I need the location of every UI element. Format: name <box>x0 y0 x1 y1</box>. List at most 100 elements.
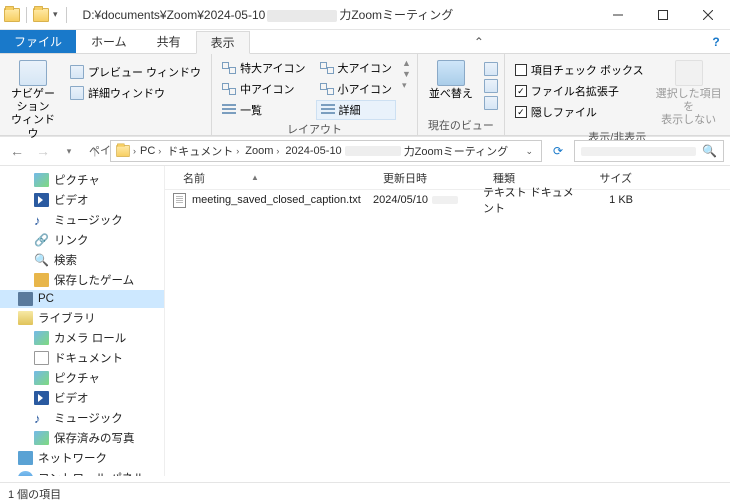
tree-videos2[interactable]: ビデオ <box>0 388 164 408</box>
navigation-pane-icon <box>19 60 47 86</box>
details-pane-button[interactable]: 詳細ウィンドウ <box>66 83 205 103</box>
md-icons-icon <box>222 83 236 95</box>
link-icon: 🔗 <box>34 233 49 247</box>
item-checkboxes-toggle[interactable]: 項目チェック ボックス <box>511 60 648 80</box>
tab-share[interactable]: 共有 <box>142 30 196 53</box>
file-row[interactable]: meeting_saved_closed_caption.txt 2024/05… <box>165 190 730 210</box>
saved-pictures-icon <box>34 431 49 445</box>
ribbon: ナビゲーション ウィンドウ プレビュー ウィンドウ 詳細ウィンドウ ペイン 特大… <box>0 54 730 136</box>
search-icon: 🔍 <box>702 144 717 158</box>
xl-icons-icon <box>222 62 236 74</box>
crumb-documents[interactable]: ドキュメント› <box>165 143 241 159</box>
crumb-pc[interactable]: PC› <box>138 145 163 157</box>
close-button[interactable] <box>685 0 730 30</box>
item-count: 1 個の項目 <box>8 486 61 502</box>
pictures2-icon <box>34 371 49 385</box>
tab-file[interactable]: ファイル <box>0 30 76 53</box>
layout-scroll-down-icon[interactable]: ▼ <box>402 69 411 79</box>
group-by-icon[interactable] <box>484 62 498 76</box>
file-type: テキスト ドキュメント <box>483 184 583 216</box>
sort-asc-icon: ▲ <box>251 173 259 182</box>
layout-extra-large[interactable]: 特大アイコン <box>218 58 309 78</box>
pictures-icon <box>34 173 49 187</box>
file-list: 名前▲ 更新日時 種類 サイズ meeting_saved_closed_cap… <box>165 166 730 476</box>
lg-icons-icon <box>320 62 334 74</box>
layout-medium[interactable]: 中アイコン <box>218 79 309 99</box>
preview-pane-icon <box>70 65 84 79</box>
tree-pc[interactable]: PC <box>0 290 164 308</box>
sm-icons-icon <box>320 83 334 95</box>
maximize-button[interactable] <box>640 0 685 30</box>
address-dropdown-icon[interactable]: ⌄ <box>521 146 537 157</box>
recent-locations-button[interactable]: ▾ <box>58 140 80 162</box>
hide-selected-button[interactable]: 選択した項目を 表示しない <box>654 56 724 128</box>
list-icon <box>222 104 236 116</box>
tree-saved-pictures[interactable]: 保存済みの写真 <box>0 428 164 448</box>
folder-icon <box>4 8 20 22</box>
help-icon[interactable]: ? <box>708 30 730 53</box>
breadcrumb-folder-icon <box>116 145 130 157</box>
sort-button[interactable]: 並べ替え <box>424 56 478 101</box>
layout-details[interactable]: 詳細 <box>316 100 396 120</box>
size-columns-icon[interactable] <box>484 96 498 110</box>
libraries-icon <box>18 311 33 325</box>
search-folder-icon: 🔍 <box>34 253 49 267</box>
layout-list[interactable]: 一覧 <box>218 100 309 120</box>
navigation-pane-button[interactable]: ナビゲーション ウィンドウ <box>6 56 60 141</box>
tree-libraries[interactable]: ライブラリ <box>0 308 164 328</box>
cameraroll-icon <box>34 331 49 345</box>
navigation-tree[interactable]: ピクチャ ビデオ ♪ミュージック 🔗リンク 🔍検索 保存したゲーム PC ライブ… <box>0 166 165 476</box>
video-icon <box>34 193 49 207</box>
tab-home[interactable]: ホーム <box>76 30 142 53</box>
file-extensions-toggle[interactable]: ✓ファイル名拡張子 <box>511 81 648 101</box>
sort-icon <box>437 60 465 86</box>
refresh-button[interactable]: ⟳ <box>546 144 570 158</box>
column-size[interactable]: サイズ <box>583 170 643 186</box>
back-button[interactable]: ← <box>6 140 28 162</box>
tree-control-panel[interactable]: コントロール パネル <box>0 468 164 476</box>
hidden-files-toggle[interactable]: ✓隠しファイル <box>511 102 648 122</box>
qat-dropdown-icon[interactable]: ▾ <box>51 9 60 20</box>
up-button[interactable]: ↑ <box>84 140 106 162</box>
hide-selected-icon <box>675 60 703 86</box>
file-name: meeting_saved_closed_caption.txt <box>192 194 361 206</box>
ribbon-collapse-icon[interactable]: ⌃ <box>467 30 491 53</box>
tree-music[interactable]: ♪ミュージック <box>0 210 164 230</box>
column-name[interactable]: 名前▲ <box>173 170 373 186</box>
layout-large[interactable]: 大アイコン <box>316 58 396 78</box>
group-label-layout: レイアウト <box>218 120 411 139</box>
status-bar: 1 個の項目 <box>0 482 730 504</box>
add-columns-icon[interactable] <box>484 79 498 93</box>
documents-icon <box>34 351 49 365</box>
search-box[interactable]: 🔍 <box>574 140 724 162</box>
minimize-button[interactable] <box>595 0 640 30</box>
layout-scroll-up-icon[interactable]: ▲ <box>402 58 411 68</box>
preview-pane-button[interactable]: プレビュー ウィンドウ <box>66 62 205 82</box>
tab-view[interactable]: 表示 <box>196 31 250 54</box>
tree-videos[interactable]: ビデオ <box>0 190 164 210</box>
tree-music2[interactable]: ♪ミュージック <box>0 408 164 428</box>
network-icon <box>18 451 33 465</box>
tree-pictures2[interactable]: ピクチャ <box>0 368 164 388</box>
tree-links[interactable]: 🔗リンク <box>0 230 164 250</box>
layout-more-icon[interactable]: ▾ <box>402 80 411 91</box>
file-size: 1 KB <box>583 194 643 206</box>
qat-new-folder-icon[interactable] <box>33 8 49 22</box>
forward-button[interactable]: → <box>32 140 54 162</box>
control-panel-icon <box>18 471 33 476</box>
crumb-zoom[interactable]: Zoom› <box>243 145 281 157</box>
column-date[interactable]: 更新日時 <box>373 170 483 186</box>
tree-saved-games[interactable]: 保存したゲーム <box>0 270 164 290</box>
tree-documents[interactable]: ドキュメント <box>0 348 164 368</box>
crumb-date[interactable]: 2024-05-10力Zoomミーティング <box>283 143 510 159</box>
breadcrumb[interactable]: › PC› ドキュメント› Zoom› 2024-05-10力Zoomミーティン… <box>110 140 542 162</box>
tree-search[interactable]: 🔍検索 <box>0 250 164 270</box>
tree-network[interactable]: ネットワーク <box>0 448 164 468</box>
text-file-icon <box>173 193 186 208</box>
details-icon <box>321 104 335 116</box>
column-headers: 名前▲ 更新日時 種類 サイズ <box>165 166 730 190</box>
tree-cameraroll[interactable]: カメラ ロール <box>0 328 164 348</box>
music-icon: ♪ <box>34 213 49 227</box>
tree-pictures[interactable]: ピクチャ <box>0 170 164 190</box>
layout-small[interactable]: 小アイコン <box>316 79 396 99</box>
